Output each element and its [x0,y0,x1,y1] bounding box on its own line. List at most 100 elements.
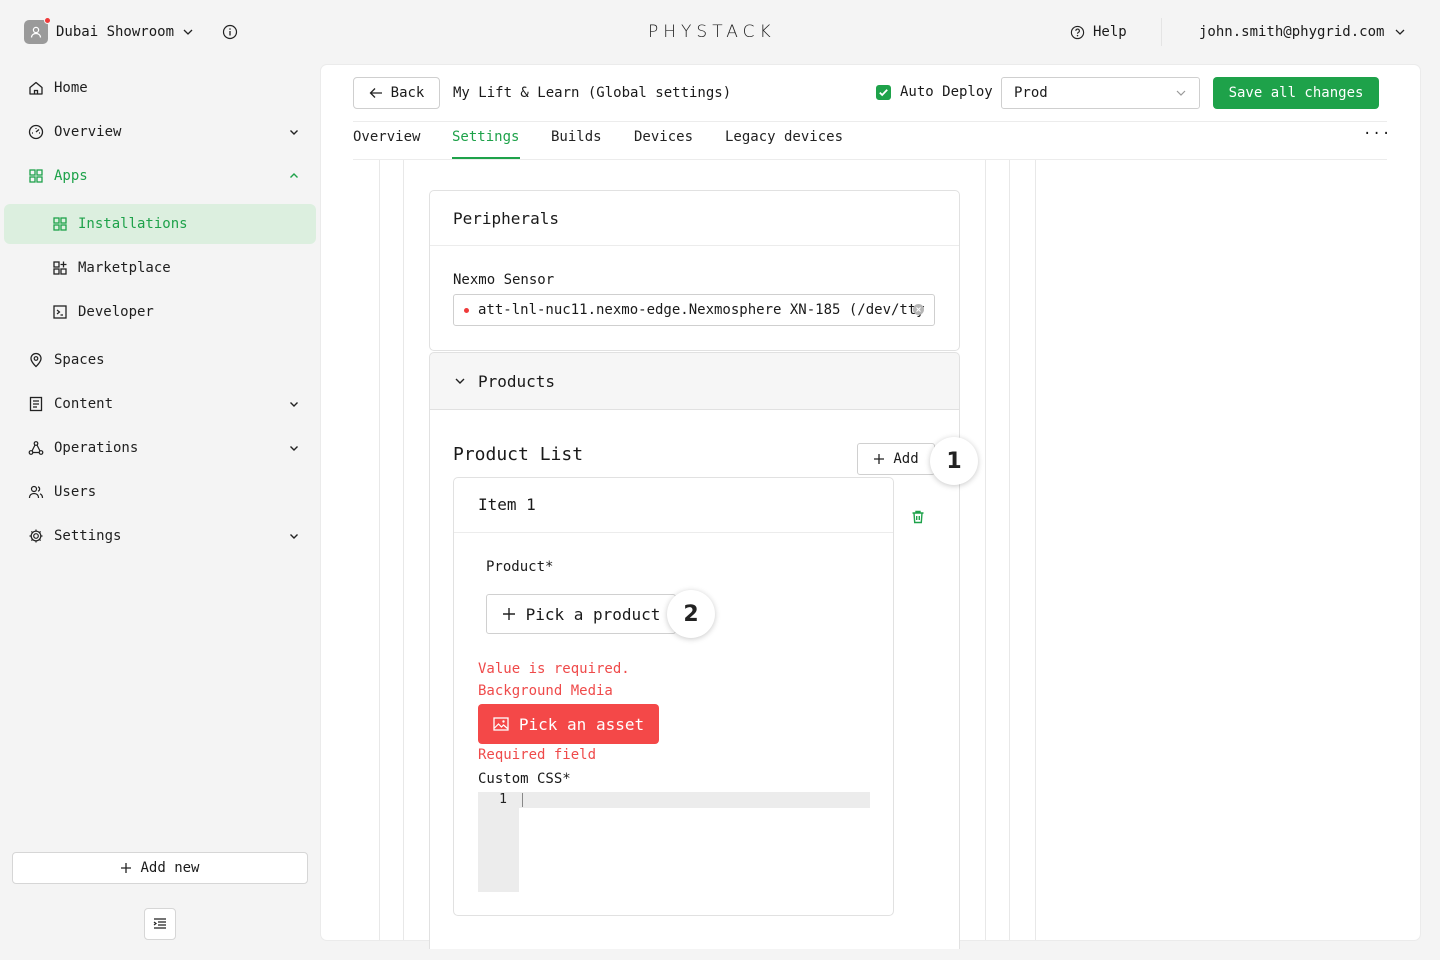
tab-devices[interactable]: Devices [634,129,693,145]
trash-icon[interactable] [910,509,926,525]
auto-deploy-checkbox[interactable] [876,84,891,100]
nesting-guide [985,160,986,940]
add-new-button[interactable]: Add new [12,852,308,884]
line-number: 1 [499,792,507,807]
sidebar-item-marketplace[interactable]: Marketplace [52,258,292,278]
chevron-down-icon [1176,90,1186,96]
divider [1161,18,1162,46]
check-icon [879,88,888,96]
chevron-down-icon [290,130,298,135]
dashboard-icon [28,124,44,140]
step-marker-1: 1 [930,437,978,485]
org-switcher[interactable]: Dubai Showroom [24,17,194,44]
sidebar-item-content[interactable]: Content [28,394,300,414]
map-pin-icon [30,352,42,368]
chevron-down-icon [290,402,298,407]
code-editor-line[interactable] [519,792,870,808]
sidebar-item-users[interactable]: Users [28,482,300,502]
notification-dot [44,17,51,24]
value-required-error: Value is required. [478,661,630,677]
pick-product-button[interactable]: Pick a product [486,594,676,634]
pick-product-label: Pick a product [525,604,661,624]
arrow-left-icon [369,88,382,98]
network-icon [28,441,44,455]
sidebar-item-label: Overview [54,124,122,140]
pick-asset-button[interactable]: Pick an asset [478,704,659,744]
home-icon [29,81,43,95]
more-options-button[interactable]: ··· [1363,126,1391,142]
products-section-header[interactable]: Products [429,352,960,410]
save-all-changes-button[interactable]: Save all changes [1213,77,1379,109]
add-product-button[interactable]: Add [857,443,935,475]
tab-legacy-devices[interactable]: Legacy devices [725,129,843,145]
product-list-title: Product List [453,444,584,465]
plus-icon [874,454,885,464]
sidebar-item-label: Marketplace [78,260,171,276]
user-email: john.smith@phygrid.com [1199,24,1385,40]
sidebar-item-label: Developer [78,304,154,320]
sidebar-item-label: Home [54,80,88,96]
back-button[interactable]: Back [353,77,440,109]
required-field-error: Required field [478,747,597,763]
sidebar-item-apps[interactable]: Apps [28,166,300,186]
sidebar-item-developer[interactable]: Developer [52,302,292,322]
add-label: Add [893,451,919,467]
nexmo-sensor-select[interactable]: att-lnl-nuc11.nexmo-edge.Nexmosphere XN-… [453,294,935,326]
plus-icon [121,863,132,873]
peripherals-title: Peripherals [453,209,559,228]
auto-deploy-toggle[interactable]: Auto Deploy [876,84,993,100]
sidebar-item-label: Content [54,396,114,412]
sidebar-item-label: Apps [54,168,88,184]
clear-icon[interactable] [913,304,924,315]
collapse-sidebar-button[interactable] [144,908,176,940]
divider [430,245,959,246]
nexmo-sensor-label: Nexmo Sensor [453,272,555,288]
chevron-down-icon [1395,29,1405,35]
chevron-down-icon [290,534,298,539]
logo: PHYSTACK [648,22,776,42]
auto-deploy-label: Auto Deploy [900,84,993,100]
background-media-label: Background Media [478,683,613,699]
chevron-down-icon [290,446,298,451]
environment-select[interactable]: Prod [1001,77,1200,109]
image-icon [493,717,509,731]
help-button[interactable]: Help [1070,24,1127,40]
sidebar-item-spaces[interactable]: Spaces [28,350,300,370]
item-title: Item 1 [478,495,536,514]
products-title: Products [478,371,556,391]
info-icon[interactable] [222,24,238,40]
sidebar-item-settings[interactable]: Settings [28,526,300,546]
pick-asset-label: Pick an asset [518,714,645,734]
tab-settings[interactable]: Settings [452,129,519,145]
sidebar-item-label: Settings [54,528,122,544]
nexmo-sensor-value: att-lnl-nuc11.nexmo-edge.Nexmosphere XN-… [478,302,925,318]
page-title: My Lift & Learn (Global settings) [453,85,732,101]
environment-value: Prod [1014,85,1048,101]
add-new-label: Add new [140,860,200,876]
divider [454,532,893,533]
sidebar-item-home[interactable]: Home [28,78,300,98]
divider [353,159,1387,160]
custom-css-label: Custom CSS* [478,771,571,787]
sidebar-item-label: Users [54,484,97,500]
sidebar-item-label: Installations [78,216,188,232]
plus-icon [502,608,515,620]
tab-builds[interactable]: Builds [551,129,602,145]
product-label: Product* [486,559,554,575]
user-icon [30,26,42,38]
grid-plus-icon [53,261,67,275]
status-dot [464,307,469,313]
sidebar-item-operations[interactable]: Operations [28,438,300,458]
user-menu[interactable]: john.smith@phygrid.com [1199,24,1406,40]
tab-overview[interactable]: Overview [353,129,420,145]
text-cursor [522,793,523,807]
indent-icon [153,918,166,929]
divider [353,121,1387,122]
nesting-guide [403,160,404,940]
chevron-down-icon [455,378,465,384]
grid-icon [29,169,43,183]
sidebar-item-installations[interactable]: Installations [52,214,292,234]
chevron-down-icon [183,29,193,35]
sidebar-item-overview[interactable]: Overview [28,122,300,142]
step-marker-2: 2 [667,590,715,638]
